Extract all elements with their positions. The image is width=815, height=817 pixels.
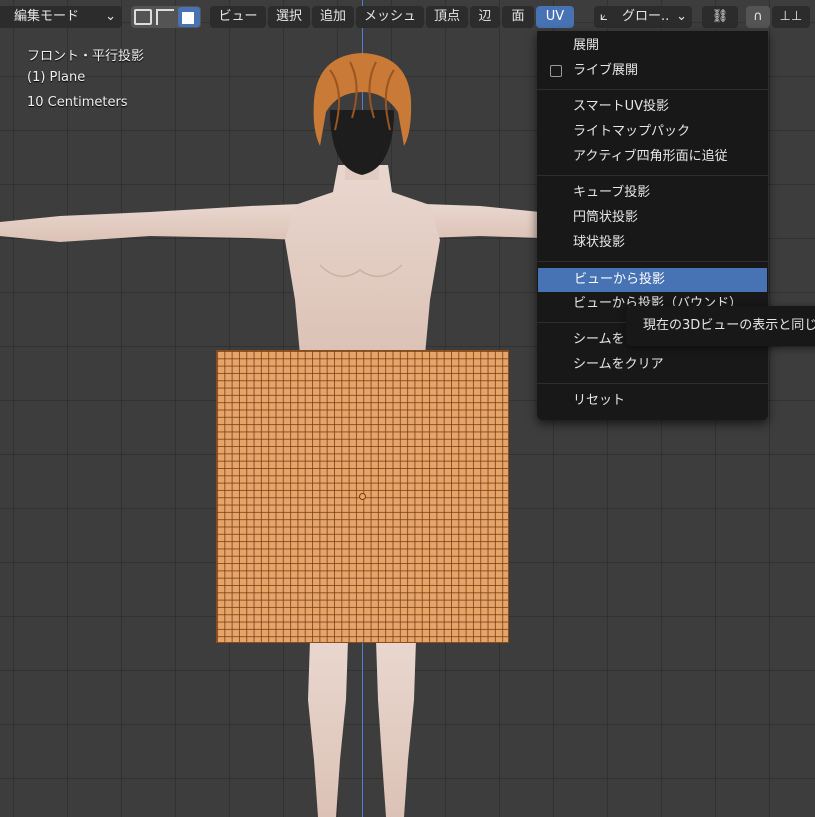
menu-item-cube-projection[interactable]: キューブ投影: [537, 181, 768, 205]
snap-magnet-icon: ∩: [753, 9, 763, 24]
menu-item-clear-seam[interactable]: シームをクリア: [537, 353, 768, 377]
menu-item-unwrap[interactable]: 展開: [537, 34, 768, 58]
menu-item-reset[interactable]: リセット: [537, 389, 768, 413]
snap-toggle[interactable]: ∩: [746, 6, 770, 28]
chevron-down-icon: ⌄: [105, 9, 116, 24]
menu-separator: [537, 89, 768, 90]
tooltip: 現在の3Dビューの表示と同じ: [626, 306, 815, 346]
menu-vertex[interactable]: 頂点: [426, 6, 468, 28]
plane-origin-point: [359, 493, 366, 500]
mode-select-label: 編集モード: [14, 9, 80, 24]
scale-label: 10 Centimeters: [27, 95, 128, 110]
menu-separator: [537, 175, 768, 176]
menu-mesh[interactable]: メッシュ: [356, 6, 424, 28]
vertex-select-icon[interactable]: [134, 9, 152, 25]
transform-orientation-select[interactable]: ⟀ グロー.. ⌄: [594, 6, 692, 28]
header-toolbar: 編集モード ⌄ ビュー 選択 追加 メッシュ 頂点 辺 面 UV ⟀ グロー..…: [0, 0, 815, 33]
menu-select[interactable]: 選択: [268, 6, 310, 28]
chevron-down-icon: ⌄: [676, 9, 687, 24]
mode-select[interactable]: 編集モード ⌄: [0, 6, 122, 28]
menu-item-label: ライブ展開: [573, 63, 639, 78]
menu-item-smart-uv-project[interactable]: スマートUV投影: [537, 95, 768, 119]
menu-separator: [537, 261, 768, 262]
menu-view[interactable]: ビュー: [210, 6, 266, 28]
face-select-icon[interactable]: [178, 7, 200, 27]
pivot-point-select[interactable]: ⛓: [702, 6, 738, 28]
menu-item-lightmap-pack[interactable]: ライトマップパック: [537, 120, 768, 144]
snap-increment-icon: ⊥⊥: [779, 9, 803, 24]
transform-orientation-label: グロー..: [622, 9, 670, 24]
menu-uv[interactable]: UV: [536, 6, 574, 28]
object-name-label: (1) Plane: [27, 70, 86, 85]
menu-item-cylinder-projection[interactable]: 円筒状投影: [537, 206, 768, 230]
edge-select-icon[interactable]: [156, 9, 174, 25]
orientation-axes-icon: ⟀: [600, 9, 608, 24]
menu-separator: [537, 383, 768, 384]
menu-item-project-from-view[interactable]: ビューから投影: [538, 268, 767, 292]
menu-item-sphere-projection[interactable]: 球状投影: [537, 231, 768, 255]
menu-face[interactable]: 面: [502, 6, 534, 28]
tooltip-text: 現在の3Dビューの表示と同じ: [643, 318, 815, 333]
uv-dropdown-menu: 展開 ライブ展開 スマートUV投影 ライトマップパック アクティブ四角形面に追従…: [537, 31, 768, 420]
menu-edge[interactable]: 辺: [470, 6, 500, 28]
menu-item-live-unwrap[interactable]: ライブ展開: [537, 59, 768, 83]
view-name-label: フロント・平行投影: [27, 49, 145, 64]
menu-item-follow-active-quads[interactable]: アクティブ四角形面に追従: [537, 145, 768, 169]
menu-add[interactable]: 追加: [312, 6, 354, 28]
pivot-link-icon: ⛓: [711, 9, 729, 24]
snap-target-select[interactable]: ⊥⊥: [772, 6, 810, 28]
live-unwrap-checkbox[interactable]: [550, 65, 562, 77]
select-mode-group: [131, 6, 201, 28]
